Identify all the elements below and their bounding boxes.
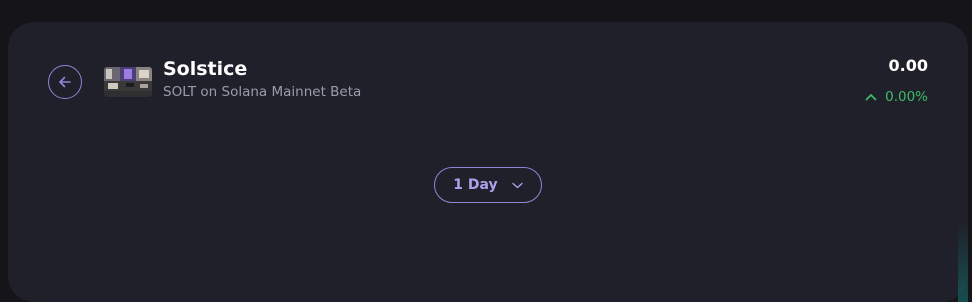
price-change: 0.00% (865, 89, 928, 105)
token-name: Solstice (163, 58, 248, 80)
token-logo (104, 67, 152, 97)
price-change-value: 0.00% (885, 89, 928, 105)
chevron-up-icon (865, 94, 877, 101)
token-network-subtitle: SOLT on Solana Mainnet Beta (163, 84, 362, 100)
back-button[interactable] (48, 65, 82, 99)
card-edge-glow (958, 222, 968, 302)
period-selector-label: 1 Day (453, 177, 498, 193)
period-selector[interactable]: 1 Day (434, 167, 542, 203)
chevron-down-icon (511, 182, 523, 188)
arrow-left-icon (59, 76, 71, 88)
token-detail-card: Solstice SOLT on Solana Mainnet Beta 0.0… (8, 22, 968, 302)
token-price: 0.00 (888, 56, 928, 75)
